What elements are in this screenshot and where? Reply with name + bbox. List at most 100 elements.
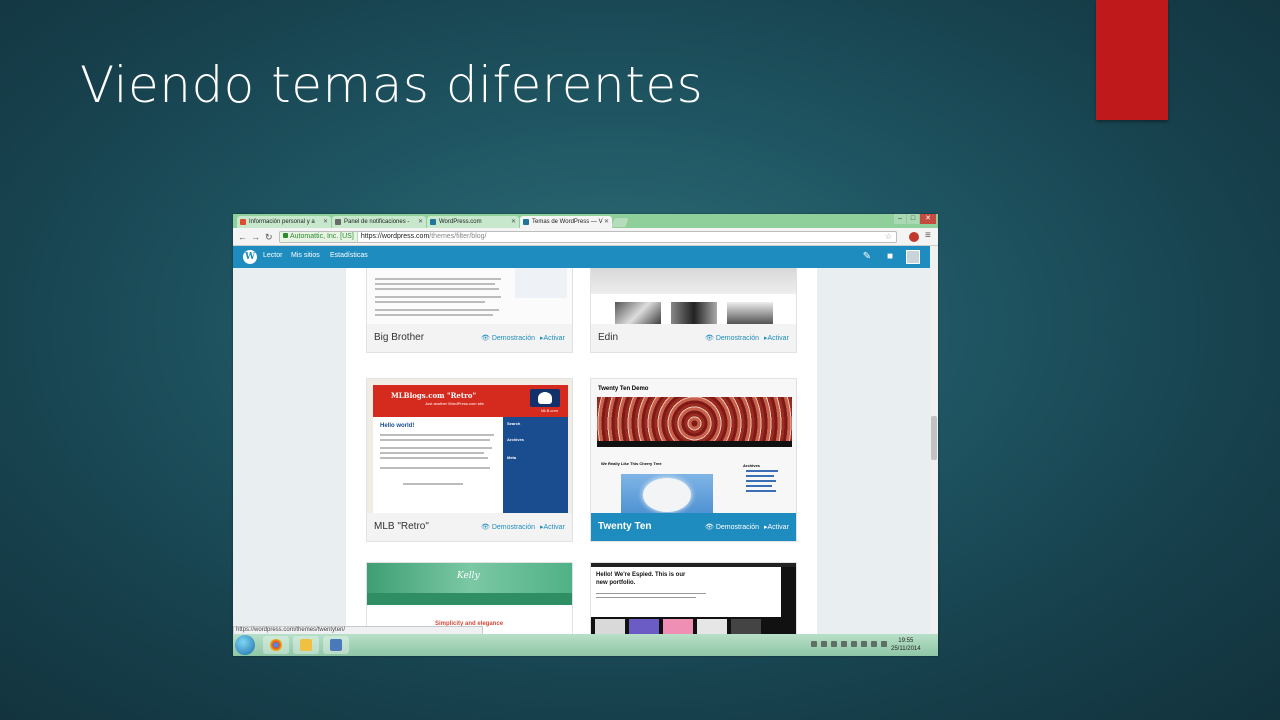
clock-time: 19:55 [898, 638, 914, 644]
theme-footer-active: Twenty Ten 👁 Demostración ▸Activar [591, 513, 796, 541]
activate-label: Activar [543, 335, 565, 342]
tab-wordpress-themes[interactable]: Temas de WordPress — V ✕ [520, 216, 612, 228]
page-scrollbar[interactable] [930, 246, 938, 634]
system-tray [811, 641, 887, 647]
tray-icon[interactable] [851, 641, 857, 647]
bookmark-star-icon[interactable]: ☆ [885, 232, 892, 242]
espied-hero: Hello! We're Espied. This is our new por… [591, 567, 781, 617]
activate-link[interactable]: ▸Activar [540, 334, 565, 342]
write-post-icon[interactable]: ✎ [860, 250, 874, 264]
taskbar-explorer[interactable] [293, 636, 319, 654]
tray-icon[interactable] [881, 641, 887, 647]
scroll-thumb[interactable] [931, 416, 937, 460]
tab-label: WordPress.com [439, 219, 482, 225]
minimize-icon[interactable]: – [894, 214, 906, 224]
theme-thumbnail[interactable]: MLBlogs.com "Retro" Just another WordPre… [367, 379, 572, 515]
twentyten-post-title: We Really Like This Cherry Tree [601, 461, 662, 466]
start-button-icon[interactable] [235, 635, 255, 655]
tab-strip: Información personal y a ✕ Panel de noti… [233, 214, 938, 228]
theme-footer: Edin 👁 Demostración ▸Activar [591, 324, 796, 352]
themes-grid: Big Brother 👁 Demostración ▸Activar Edin… [346, 268, 817, 634]
demo-link[interactable]: 👁 Demostración [705, 334, 759, 342]
tray-icon[interactable] [811, 641, 817, 647]
close-icon[interactable]: ✕ [604, 216, 609, 228]
theme-thumbnail[interactable]: Kelly Simplicity and elegance [367, 563, 572, 634]
nav-mis-sitios[interactable]: Mis sitios [291, 252, 320, 259]
portfolio-tile [595, 619, 625, 634]
mlb-sidebar-meta: Meta [507, 455, 517, 460]
theme-thumbnail[interactable]: Hello! We're Espied. This is our new por… [591, 563, 796, 634]
tray-icon[interactable] [821, 641, 827, 647]
mlb-logo-icon [530, 389, 560, 407]
kelly-nav [367, 593, 572, 605]
theme-thumbnail[interactable] [591, 268, 796, 326]
wordpress-favicon-icon [430, 219, 436, 225]
maximize-icon[interactable]: □ [907, 214, 919, 224]
tray-icon[interactable] [861, 641, 867, 647]
theme-card-big-brother[interactable]: Big Brother 👁 Demostración ▸Activar [366, 268, 573, 353]
close-icon[interactable]: ✕ [418, 216, 423, 228]
portfolio-tile [663, 619, 693, 634]
close-icon[interactable]: ✕ [511, 216, 516, 228]
system-clock[interactable]: 19:55 25/11/2014 [891, 637, 921, 653]
folder-icon [300, 639, 312, 651]
new-tab-button[interactable] [611, 218, 629, 227]
notifications-icon[interactable]: ■ [883, 250, 897, 264]
theme-card-kelly[interactable]: Kelly Simplicity and elegance [366, 562, 573, 634]
theme-card-twenty-ten[interactable]: Twenty Ten Demo We Really Like This Cher… [590, 378, 797, 542]
activate-link[interactable]: ▸Activar [540, 523, 565, 531]
twentyten-sidebar-title: Archives [743, 463, 760, 468]
chrome-menu-icon[interactable]: ≡ [925, 230, 931, 241]
tab-notifications[interactable]: Panel de notificaciones - ✕ [332, 216, 426, 228]
mlb-sidebar-archives: Archives [507, 437, 524, 442]
back-arrow-icon[interactable]: ← [238, 231, 247, 243]
demo-link[interactable]: 👁 Demostración [481, 523, 535, 531]
theme-card-espied[interactable]: Hello! We're Espied. This is our new por… [590, 562, 797, 634]
theme-card-mlb-retro[interactable]: MLBlogs.com "Retro" Just another WordPre… [366, 378, 573, 542]
clock-date: 25/11/2014 [891, 646, 921, 652]
portfolio-tile [731, 619, 761, 634]
demo-link[interactable]: 👁 Demostración [705, 523, 759, 531]
windows-taskbar: 19:55 25/11/2014 [233, 634, 938, 656]
tray-icon[interactable] [871, 641, 877, 647]
theme-card-edin[interactable]: Edin 👁 Demostración ▸Activar [590, 268, 797, 353]
demo-link[interactable]: 👁 Demostración [481, 334, 535, 342]
tray-icon[interactable] [841, 641, 847, 647]
google-favicon-icon [240, 219, 246, 225]
notifications-favicon-icon [335, 219, 341, 225]
gallery-image [671, 302, 717, 326]
theme-name: Edin [598, 332, 619, 343]
tab-wordpress[interactable]: WordPress.com ✕ [427, 216, 519, 228]
forward-arrow-icon[interactable]: → [251, 231, 260, 243]
mlb-sidebar-search: Search [507, 421, 521, 426]
mlb-main-column: Hello world! [373, 417, 503, 515]
espied-hero-line-2: new portfolio. [596, 580, 636, 586]
taskbar-chrome[interactable] [263, 636, 289, 654]
mlb-header: MLBlogs.com "Retro" Just another WordPre… [373, 385, 568, 417]
portfolio-tile [629, 619, 659, 634]
browser-toolbar: ← → ↻ Automattic, Inc. [US] https://wordp… [233, 228, 938, 246]
window-close-icon[interactable]: ✕ [920, 214, 936, 224]
secure-badge[interactable]: Automattic, Inc. [US] [280, 232, 358, 242]
tray-icon[interactable] [831, 641, 837, 647]
taskbar-app[interactable] [323, 636, 349, 654]
activate-label: Activar [543, 524, 565, 531]
url-host: https://wordpress.com [360, 233, 430, 240]
wordpress-logo-icon[interactable]: W [243, 250, 257, 264]
portfolio-tile [697, 619, 727, 634]
window-controls: – □ ✕ [893, 214, 936, 226]
extension-icon[interactable] [909, 232, 919, 242]
theme-thumbnail[interactable]: Twenty Ten Demo We Really Like This Cher… [591, 379, 796, 515]
kelly-logo: Kelly [457, 571, 480, 581]
activate-link[interactable]: ▸Activar [764, 523, 789, 531]
activate-link[interactable]: ▸Activar [764, 334, 789, 342]
theme-thumbnail[interactable] [367, 268, 572, 326]
tab-personal-info[interactable]: Información personal y a ✕ [237, 216, 331, 228]
nav-lector[interactable]: Lector [263, 252, 282, 259]
reload-icon[interactable]: ↻ [265, 231, 273, 243]
address-bar[interactable]: Automattic, Inc. [US] https://wordpress.c… [279, 231, 897, 243]
avatar[interactable] [906, 250, 920, 264]
nav-estadisticas[interactable]: Estadísticas [330, 252, 368, 259]
close-icon[interactable]: ✕ [323, 216, 328, 228]
secure-label: Automattic, Inc. [US] [290, 233, 354, 240]
